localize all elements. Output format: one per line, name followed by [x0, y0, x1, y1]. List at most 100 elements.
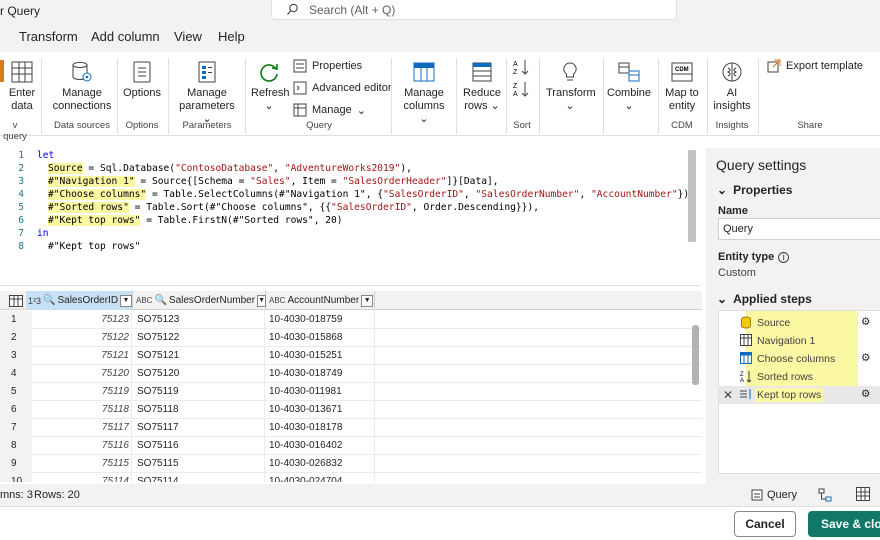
delete-step-icon[interactable]: ✕ [723, 388, 733, 402]
save-close-button[interactable]: Save & close [808, 511, 880, 537]
salesordernumber-cell[interactable]: SO75120 [133, 365, 265, 383]
salesorderid-cell[interactable]: 75116 [32, 437, 132, 455]
salesordernumber-cell[interactable]: SO75123 [133, 311, 265, 329]
parameters-icon [198, 61, 216, 83]
advanced-editor-button[interactable]: Advanced editor [293, 81, 392, 95]
svg-text:A: A [513, 91, 518, 98]
applied-step-choose-columns[interactable]: Choose columns ⚙ [719, 350, 880, 368]
gear-icon[interactable]: ⚙ [861, 316, 870, 328]
accountnumber-cell[interactable]: 10-4030-011981 [266, 383, 375, 401]
table-icon [740, 334, 752, 349]
menu-add-column[interactable]: Add column [91, 29, 160, 44]
salesordernumber-cell[interactable]: SO75121 [133, 347, 265, 365]
accountnumber-cell[interactable]: 10-4030-013671 [266, 401, 375, 419]
salesordernumber-cell[interactable]: SO75117 [133, 419, 265, 437]
column-dropdown-button[interactable]: ▼ [361, 294, 374, 307]
properties-section-toggle[interactable]: ⌄ Properties [717, 183, 792, 197]
column-header-salesordernumber[interactable]: ABC 🔍 SalesOrderNumber ▼ [133, 291, 266, 310]
reduce-rows-button[interactable]: Reduce rows ⌄ [461, 60, 503, 113]
sort-ascending-button[interactable]: AZ [510, 58, 532, 79]
accountnumber-cell[interactable]: 10-4030-026832 [266, 455, 375, 473]
applied-step-source[interactable]: Source ⚙ [719, 314, 880, 332]
salesorderid-cell[interactable]: 75117 [32, 419, 132, 437]
table-row[interactable]: 9 75115 SO75115 10-4030-026832 [0, 455, 702, 473]
title-bar: r Query Search (Alt + Q) [0, 0, 880, 22]
salesordernumber-cell[interactable]: SO75114 [133, 473, 265, 482]
salesorderid-cell[interactable]: 75120 [32, 365, 132, 383]
separator [658, 58, 659, 134]
accountnumber-cell[interactable]: 10-4030-018178 [266, 419, 375, 437]
export-template-button[interactable]: Export template [767, 59, 863, 73]
enter-data-button[interactable]: Enter data [7, 60, 37, 113]
manage-parameters-button[interactable]: Manage parameters ⌄ [175, 60, 239, 126]
salesorderid-cell[interactable]: 75114 [32, 473, 132, 482]
table-row[interactable]: 8 75116 SO75116 10-4030-016402 [0, 437, 702, 455]
gear-icon[interactable]: ⚙ [861, 388, 870, 400]
gear-icon[interactable]: ⚙ [861, 352, 870, 364]
manage-columns-button[interactable]: Manage columns ⌄ [398, 60, 450, 126]
cancel-button[interactable]: Cancel [734, 511, 796, 537]
accountnumber-cell[interactable]: 10-4030-015868 [266, 329, 375, 347]
table-row[interactable]: 5 75119 SO75119 10-4030-011981 [0, 383, 702, 401]
refresh-button[interactable]: Refresh ⌄ [251, 60, 290, 113]
query-name-input[interactable]: Query [718, 218, 880, 240]
properties-button[interactable]: Properties [293, 59, 362, 73]
applied-step-sorted-rows[interactable]: ZA Sorted rows [719, 368, 880, 386]
salesorderid-cell[interactable]: 75115 [32, 455, 132, 473]
salesordernumber-cell[interactable]: SO75116 [133, 437, 265, 455]
row-number: 4 [0, 365, 32, 383]
row-number: 6 [0, 401, 32, 419]
applied-steps-section-toggle[interactable]: ⌄ Applied steps [717, 292, 812, 306]
table-row[interactable]: 2 75122 SO75122 10-4030-015868 [0, 329, 702, 347]
salesordernumber-cell[interactable]: SO75119 [133, 383, 265, 401]
manage-connections-button[interactable]: Manage connections [50, 60, 114, 113]
table-row[interactable]: 7 75117 SO75117 10-4030-018178 [0, 419, 702, 437]
sort-descending-button[interactable]: ZA [510, 80, 532, 101]
manage-button[interactable]: Manage ⌄ [293, 103, 366, 117]
table-view-icon[interactable] [856, 487, 870, 504]
code-editor[interactable]: 1 let 2 Source = Sql.Database("ContosoData… [0, 148, 700, 286]
salesorderid-cell[interactable]: 75122 [32, 329, 132, 347]
accountnumber-cell[interactable]: 10-4030-024704 [266, 473, 375, 482]
map-to-entity-button[interactable]: CDM Map to entity [662, 60, 702, 113]
combine-button[interactable]: Combine ⌄ [607, 60, 651, 113]
salesordernumber-cell[interactable]: SO75122 [133, 329, 265, 347]
table-row[interactable]: 6 75118 SO75118 10-4030-013671 [0, 401, 702, 419]
diagram-view-icon[interactable] [818, 488, 832, 505]
table-row[interactable]: 4 75120 SO75120 10-4030-018749 [0, 365, 702, 383]
accountnumber-cell[interactable]: 10-4030-018749 [266, 365, 375, 383]
grid-scrollbar[interactable] [692, 325, 699, 385]
info-icon[interactable]: i [778, 251, 790, 263]
table-row[interactable]: 3 75121 SO75121 10-4030-015251 [0, 347, 702, 365]
options-button[interactable]: Options [122, 60, 162, 100]
table-row[interactable]: 10 75114 SO75114 10-4030-024704 [0, 473, 702, 482]
editor-scrollbar[interactable] [688, 150, 696, 242]
column-dropdown-button[interactable]: ▼ [257, 294, 266, 307]
accountnumber-cell[interactable]: 10-4030-015251 [266, 347, 375, 365]
salesorderid-cell[interactable]: 75119 [32, 383, 132, 401]
applied-step-navigation-1[interactable]: Navigation 1 [719, 332, 880, 350]
transform-button[interactable]: Transform ⌄ [546, 60, 596, 113]
svg-text:CDM: CDM [675, 67, 689, 73]
accountnumber-cell[interactable]: 10-4030-018759 [266, 311, 375, 329]
salesorderid-cell[interactable]: 75123 [32, 311, 132, 329]
salesordernumber-cell[interactable]: SO75115 [133, 455, 265, 473]
code-line-7: in [37, 228, 49, 239]
salesordernumber-cell[interactable]: SO75118 [133, 401, 265, 419]
row-count: Rows: 20 [34, 489, 80, 501]
salesorderid-cell[interactable]: 75121 [32, 347, 132, 365]
applied-step-kept-top-rows[interactable]: ✕ Kept top rows ⚙ [719, 386, 880, 404]
menu-view[interactable]: View [174, 29, 202, 44]
ai-insights-button[interactable]: AI insights [712, 60, 752, 113]
menu-help[interactable]: Help [218, 29, 245, 44]
menu-transform[interactable]: Transform [19, 29, 78, 44]
search-box[interactable]: Search (Alt + Q) [271, 0, 677, 20]
table-row[interactable]: 1 75123 SO75123 10-4030-018759 [0, 311, 702, 329]
salesorderid-cell[interactable]: 75118 [32, 401, 132, 419]
footer: Cancel Save & close [0, 506, 880, 540]
accountnumber-cell[interactable]: 10-4030-016402 [266, 437, 375, 455]
column-dropdown-button[interactable]: ▼ [120, 294, 132, 307]
column-header-salesorderid[interactable]: 1²3 🔍 SalesOrderID ▼ [26, 291, 133, 310]
query-view-button[interactable]: Query [751, 489, 797, 501]
column-header-accountnumber[interactable]: ABC AccountNumber ▼ [266, 291, 375, 310]
